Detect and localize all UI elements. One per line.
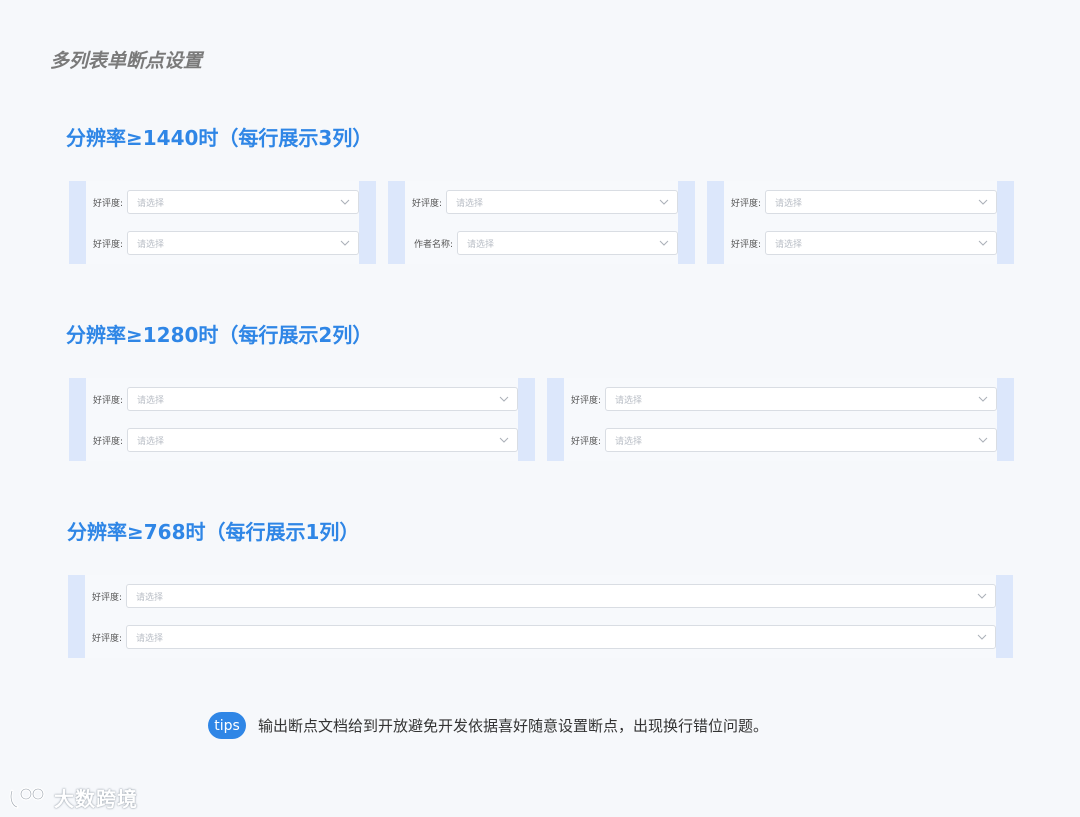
chevron-down-icon bbox=[659, 199, 669, 205]
form-panel: 好评度: 请选择 好评度: 请选择 bbox=[707, 181, 1014, 264]
tips-note: tips 输出断点文档给到开放避免开发依据喜好随意设置断点，出现换行错位问题。 bbox=[208, 712, 768, 739]
field-label: 好评度: bbox=[570, 436, 601, 447]
select-placeholder: 请选择 bbox=[137, 395, 165, 406]
form-row: 作者名称: 请选择 bbox=[405, 231, 678, 255]
select-placeholder: 请选择 bbox=[137, 198, 165, 209]
panel-body: 好评度: 请选择 好评度: 请选择 bbox=[85, 575, 996, 658]
section-title-768: 分辨率≥768时（每行展示1列） bbox=[67, 520, 360, 544]
tips-badge: tips bbox=[208, 712, 246, 739]
rating-select[interactable]: 请选择 bbox=[765, 190, 997, 214]
select-placeholder: 请选择 bbox=[456, 198, 484, 209]
form-row: 好评度: 请选择 bbox=[564, 387, 997, 411]
rating-select[interactable]: 请选择 bbox=[127, 428, 518, 452]
chevron-down-icon bbox=[340, 240, 350, 246]
rating-select[interactable]: 请选择 bbox=[605, 387, 997, 411]
form-row: 好评度: 请选择 bbox=[86, 190, 359, 214]
form-panel: 好评度: 请选择 作者名称: 请选择 bbox=[388, 181, 695, 264]
rating-select[interactable]: 请选择 bbox=[765, 231, 997, 255]
panel-body: 好评度: 请选择 好评度: 请选择 bbox=[564, 378, 997, 461]
panel-body: 好评度: 请选择 好评度: 请选择 bbox=[724, 181, 997, 264]
chevron-down-icon bbox=[978, 199, 988, 205]
field-label: 好评度: bbox=[92, 198, 123, 209]
chevron-down-icon bbox=[340, 199, 350, 205]
form-row: 好评度: 请选择 bbox=[86, 428, 518, 452]
form-panel: 好评度: 请选择 好评度: 请选择 bbox=[68, 575, 1013, 658]
select-placeholder: 请选择 bbox=[137, 239, 165, 250]
form-row: 好评度: 请选择 bbox=[564, 428, 997, 452]
field-label: 好评度: bbox=[92, 436, 123, 447]
form-panel: 好评度: 请选择 好评度: 请选择 bbox=[547, 378, 1014, 461]
select-placeholder: 请选择 bbox=[136, 592, 164, 603]
rating-select[interactable]: 请选择 bbox=[127, 387, 518, 411]
rating-select[interactable]: 请选择 bbox=[127, 231, 359, 255]
section-title-1440: 分辨率≥1440时（每行展示3列） bbox=[66, 126, 373, 150]
rating-select[interactable]: 请选择 bbox=[126, 625, 996, 649]
form-row: 好评度: 请选择 bbox=[86, 231, 359, 255]
chevron-down-icon bbox=[978, 396, 988, 402]
panel-body: 好评度: 请选择 好评度: 请选择 bbox=[86, 378, 518, 461]
chevron-down-icon bbox=[977, 634, 987, 640]
brand-logo-icon bbox=[9, 787, 45, 808]
rating-select[interactable]: 请选择 bbox=[446, 190, 678, 214]
field-label: 好评度: bbox=[92, 239, 123, 250]
form-row: 好评度: 请选择 bbox=[85, 625, 996, 649]
form-row: 好评度: 请选择 bbox=[724, 231, 997, 255]
field-label: 好评度: bbox=[411, 198, 442, 209]
watermark-text: 大数跨境 bbox=[54, 787, 138, 811]
form-row: 好评度: 请选择 bbox=[86, 387, 518, 411]
page: 多列表单断点设置 分辨率≥1440时（每行展示3列） 好评度: 请选择 好评度:… bbox=[0, 0, 1080, 817]
field-label: 好评度: bbox=[91, 592, 122, 603]
select-placeholder: 请选择 bbox=[615, 436, 643, 447]
section-title-1280: 分辨率≥1280时（每行展示2列） bbox=[66, 323, 373, 347]
rating-select[interactable]: 请选择 bbox=[605, 428, 997, 452]
form-panel: 好评度: 请选择 好评度: 请选择 bbox=[69, 378, 535, 461]
field-label: 好评度: bbox=[91, 633, 122, 644]
chevron-down-icon bbox=[499, 396, 509, 402]
field-label: 好评度: bbox=[570, 395, 601, 406]
form-row: 好评度: 请选择 bbox=[85, 584, 996, 608]
panel-body: 好评度: 请选择 好评度: 请选择 bbox=[86, 181, 359, 264]
select-placeholder: 请选择 bbox=[136, 633, 164, 644]
page-title: 多列表单断点设置 bbox=[50, 50, 203, 72]
chevron-down-icon bbox=[659, 240, 669, 246]
chevron-down-icon bbox=[978, 240, 988, 246]
author-select[interactable]: 请选择 bbox=[457, 231, 678, 255]
select-placeholder: 请选择 bbox=[137, 436, 165, 447]
select-placeholder: 请选择 bbox=[775, 198, 803, 209]
field-label: 作者名称: bbox=[413, 239, 453, 250]
chevron-down-icon bbox=[977, 593, 987, 599]
panel-body: 好评度: 请选择 作者名称: 请选择 bbox=[405, 181, 678, 264]
chevron-down-icon bbox=[978, 437, 988, 443]
rating-select[interactable]: 请选择 bbox=[126, 584, 996, 608]
select-placeholder: 请选择 bbox=[615, 395, 643, 406]
field-label: 好评度: bbox=[92, 395, 123, 406]
select-placeholder: 请选择 bbox=[467, 239, 495, 250]
tips-text: 输出断点文档给到开放避免开发依据喜好随意设置断点，出现换行错位问题。 bbox=[258, 717, 769, 735]
select-placeholder: 请选择 bbox=[775, 239, 803, 250]
form-row: 好评度: 请选择 bbox=[405, 190, 678, 214]
form-panel: 好评度: 请选择 好评度: 请选择 bbox=[69, 181, 376, 264]
field-label: 好评度: bbox=[730, 239, 761, 250]
field-label: 好评度: bbox=[730, 198, 761, 209]
rating-select[interactable]: 请选择 bbox=[127, 190, 359, 214]
chevron-down-icon bbox=[499, 437, 509, 443]
watermark: 大数跨境 bbox=[8, 783, 138, 812]
form-row: 好评度: 请选择 bbox=[724, 190, 997, 214]
